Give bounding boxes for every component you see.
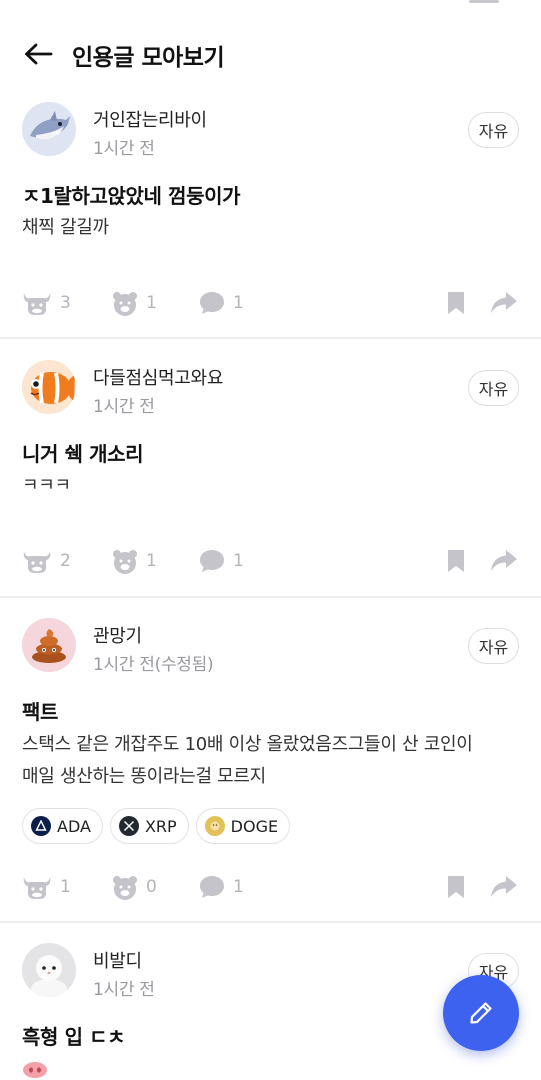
bookmark-button[interactable] — [446, 288, 466, 318]
share-icon — [491, 292, 517, 313]
post-time: 1시간 전 — [93, 397, 155, 417]
bookmark-button[interactable] — [446, 872, 466, 902]
bear-icon — [113, 876, 137, 900]
comment-button[interactable]: 1 — [199, 546, 244, 576]
post-body[interactable]: 스택스 같은 개잡주도 10배 이상 올랐었음즈그들이 산 코인이 매일 생산하… — [22, 729, 522, 793]
category-button[interactable]: 자유 — [468, 370, 519, 406]
share-icon — [491, 876, 517, 897]
coin-tag-label: XRP — [144, 816, 177, 836]
bookmark-icon — [448, 292, 464, 314]
write-post-button[interactable] — [443, 975, 519, 1051]
ada-coin-icon — [31, 816, 51, 836]
comment-count: 1 — [233, 877, 244, 897]
coin-tag-xrp[interactable]: XRP — [109, 808, 189, 844]
coin-tag-ada[interactable]: ADA — [22, 808, 103, 844]
post-title[interactable]: 흑형 입 ㄷㅊ — [22, 1021, 126, 1050]
bear-count: 1 — [146, 293, 157, 313]
bull-count: 1 — [60, 877, 71, 897]
divider — [0, 921, 541, 923]
bull-button[interactable]: 1 — [22, 872, 71, 902]
comment-count: 1 — [233, 293, 244, 313]
share-icon — [491, 550, 517, 571]
header: 인용글 모아보기 — [0, 0, 541, 104]
shark-avatar-icon — [22, 102, 76, 156]
post-time: 1시간 전 — [93, 980, 155, 1000]
bear-icon — [113, 550, 137, 574]
bull-count: 2 — [60, 551, 71, 571]
page-title: 인용글 모아보기 — [72, 45, 225, 71]
bookmark-icon — [448, 550, 464, 572]
post-actions: 3 1 1 — [0, 288, 541, 318]
bear-icon — [113, 292, 137, 316]
post-actions: 1 0 1 — [0, 872, 541, 902]
avatar[interactable] — [22, 102, 76, 156]
divider — [0, 596, 541, 598]
xrp-coin-icon — [118, 816, 139, 836]
bull-count: 3 — [60, 293, 71, 313]
post-body-line: 스택스 같은 개잡주도 10배 이상 올랐었음즈그들이 산 코인이 — [22, 734, 473, 755]
coin-tags: ADA XRP DOGE — [22, 808, 291, 844]
bull-icon — [23, 551, 51, 573]
category-button[interactable]: 자유 — [468, 628, 519, 664]
coin-tag-label: ADA — [57, 816, 91, 836]
bull-button[interactable]: 3 — [22, 288, 71, 318]
bear-count: 0 — [146, 877, 157, 897]
comment-icon — [200, 292, 224, 314]
comment-icon — [200, 550, 224, 572]
comment-count: 1 — [233, 551, 244, 571]
comment-button[interactable]: 1 — [199, 288, 244, 318]
share-button[interactable] — [490, 546, 518, 576]
post-body[interactable]: 채찍 갈길까 — [22, 212, 522, 244]
bear-button[interactable]: 1 — [112, 546, 157, 576]
ghost-avatar-icon — [22, 943, 76, 997]
coin-tag-label: DOGE — [230, 816, 279, 836]
bear-count: 1 — [146, 551, 157, 571]
category-button[interactable]: 자유 — [468, 112, 519, 148]
bookmark-button[interactable] — [446, 546, 466, 576]
post-body[interactable]: ㅋㅋㅋ — [22, 470, 522, 502]
bear-button[interactable]: 0 — [112, 872, 157, 902]
comment-button[interactable]: 1 — [199, 872, 244, 902]
post-time: 1시간 전(수정됨) — [93, 655, 214, 675]
author-name[interactable]: 거인잡는리바이 — [93, 106, 207, 132]
post-time: 1시간 전 — [93, 139, 155, 159]
share-button[interactable] — [490, 288, 518, 318]
post-title[interactable]: ㅈ1랄하고앉았네 껌둥이가 — [22, 180, 240, 209]
doge-coin-icon — [204, 816, 225, 836]
bull-icon — [23, 293, 51, 315]
coin-tag-doge[interactable]: DOGE — [195, 808, 291, 844]
avatar[interactable] — [22, 360, 76, 414]
author-name[interactable]: 관망기 — [93, 622, 142, 648]
author-name[interactable]: 다들점심먹고와요 — [93, 364, 223, 390]
avatar[interactable] — [22, 943, 76, 997]
pig-emoji-icon — [22, 1060, 48, 1078]
poop-avatar-icon — [22, 618, 76, 672]
back-arrow-icon — [25, 43, 53, 65]
share-button[interactable] — [490, 872, 518, 902]
post-title[interactable]: 팩트 — [22, 696, 58, 725]
back-button[interactable] — [18, 36, 58, 72]
post-actions: 2 1 1 — [0, 546, 541, 576]
author-name[interactable]: 비발디 — [93, 947, 142, 973]
clownfish-avatar-icon — [22, 360, 76, 414]
avatar[interactable] — [22, 618, 76, 672]
bull-icon — [23, 877, 51, 899]
post-body-line: 매일 생산하는 똥이라는걸 모르지 — [22, 766, 266, 787]
comment-icon — [200, 876, 224, 898]
bookmark-icon — [448, 876, 464, 898]
bull-button[interactable]: 2 — [22, 546, 71, 576]
bear-button[interactable]: 1 — [112, 288, 157, 318]
pencil-icon — [470, 1002, 492, 1024]
post-title[interactable]: 니거 쉑 개소리 — [22, 438, 144, 467]
divider — [0, 337, 541, 339]
